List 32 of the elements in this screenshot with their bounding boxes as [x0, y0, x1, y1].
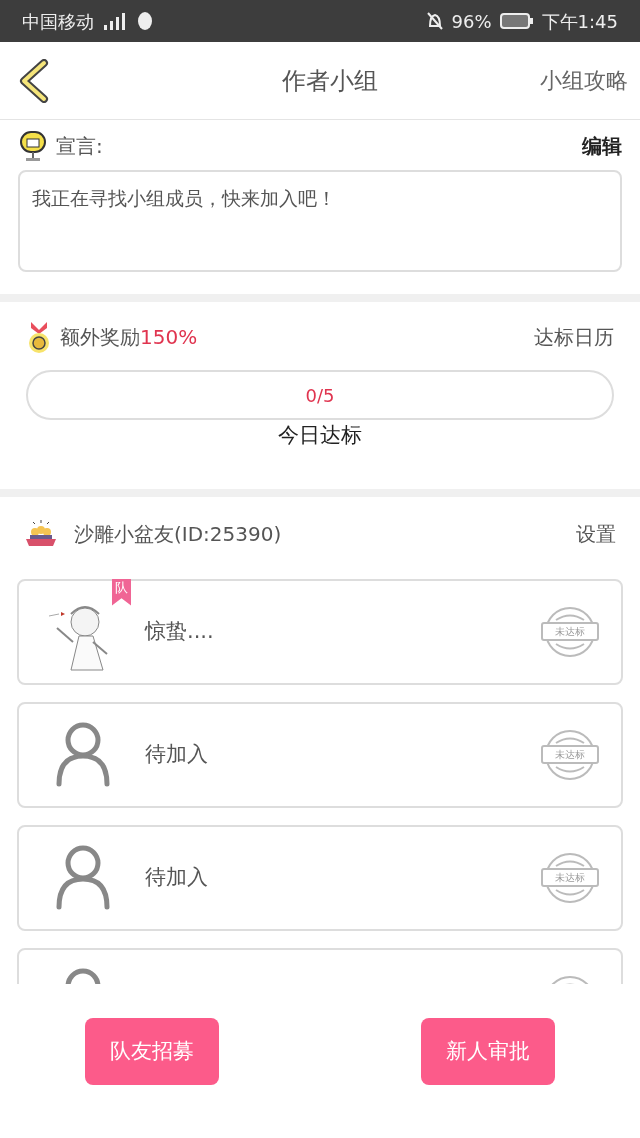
member-card[interactable]: 队 惊蛰.... 未达标	[17, 579, 623, 685]
person-icon	[55, 845, 111, 911]
battery-icon	[499, 12, 534, 30]
carrier-name: 中国移动	[22, 9, 94, 34]
member-card[interactable]: 待加入 未达标	[17, 825, 623, 931]
stamp-label: 未达标	[541, 745, 599, 764]
member-card[interactable]: 待加入 未达标	[17, 702, 623, 808]
captain-badge: 队	[112, 579, 131, 606]
person-icon	[55, 722, 111, 788]
stamp-label: 未达标	[541, 868, 599, 887]
member-name: 待加入	[145, 864, 208, 892]
mailbox-icon	[18, 130, 48, 162]
declaration-label: 宣言:	[56, 133, 103, 160]
calendar-link[interactable]: 达标日历	[534, 322, 614, 352]
clock-time: 下午1:45	[541, 9, 618, 34]
declaration-text: 我正在寻找小组成员，快来加入吧！	[18, 170, 622, 272]
member-name: 惊蛰....	[145, 618, 214, 646]
medal-icon	[26, 320, 52, 354]
progress-count: 0/5	[305, 383, 335, 408]
bell-off-icon	[425, 11, 444, 31]
signal-icon	[102, 11, 128, 31]
battery-percent: 96%	[451, 9, 492, 34]
edit-link[interactable]: 编辑	[582, 131, 622, 161]
guide-link[interactable]: 小组攻略	[540, 64, 628, 97]
stamp-label: 未达标	[541, 622, 599, 641]
group-name: 沙雕小盆友(ID:25390)	[74, 521, 282, 548]
reward-label: 额外奖励150%	[60, 324, 198, 351]
member-name: 待加入	[145, 741, 208, 769]
settings-link[interactable]: 设置	[576, 519, 616, 549]
back-button[interactable]	[18, 58, 50, 103]
today-status: 今日达标	[278, 423, 362, 447]
page-title: 作者小组	[282, 65, 378, 97]
